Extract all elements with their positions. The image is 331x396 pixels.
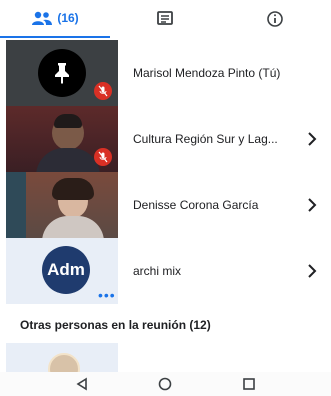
participant-thumbnail[interactable]: [6, 343, 118, 373]
participant-video: [6, 172, 118, 238]
participant-name: archi mix: [133, 264, 182, 278]
home-button[interactable]: [156, 375, 174, 393]
participant-thumbnail: [6, 172, 118, 238]
avatar: [38, 49, 86, 97]
mic-off-icon: [94, 82, 112, 100]
back-button[interactable]: [73, 375, 91, 393]
participant-name: Cultura Región Sur y Lag...: [133, 132, 278, 146]
panel-tabs: (16): [0, 0, 331, 38]
recents-icon: [243, 378, 255, 390]
system-nav-bar: [0, 372, 331, 396]
avatar: Adm: [42, 246, 90, 294]
people-count: (16): [57, 11, 79, 25]
tab-people[interactable]: (16): [0, 0, 110, 38]
participant-thumbnail: [6, 106, 118, 172]
participant-row[interactable]: Marisol Mendoza Pinto (Tú): [0, 40, 331, 106]
participant-row[interactable]: Denisse Corona García: [0, 172, 331, 238]
home-icon: [159, 377, 172, 391]
avatar: [48, 353, 80, 373]
chat-icon: [157, 11, 173, 25]
chevron-right-icon[interactable]: [303, 196, 321, 214]
participant-list: Marisol Mendoza Pinto (Tú) Cultura Regió…: [0, 40, 331, 304]
back-icon: [76, 377, 87, 391]
participant-row[interactable]: Adm ••• archi mix: [0, 238, 331, 304]
tab-chat[interactable]: [110, 0, 220, 38]
tab-info[interactable]: [220, 0, 330, 38]
mic-off-icon: [94, 148, 112, 166]
avatar-initials: Adm: [47, 260, 85, 279]
more-dots-icon: •••: [98, 287, 116, 303]
chevron-right-icon[interactable]: [303, 130, 321, 148]
participant-row[interactable]: Cultura Región Sur y Lag...: [0, 106, 331, 172]
participant-name: Marisol Mendoza Pinto (Tú): [133, 66, 281, 80]
participant-thumbnail: [6, 40, 118, 106]
info-icon: [267, 11, 283, 27]
chevron-right-icon[interactable]: [303, 262, 321, 280]
participant-name: Denisse Corona García: [133, 198, 259, 212]
others-heading: Otras personas en la reunión (12): [20, 318, 211, 332]
recents-button[interactable]: [240, 375, 258, 393]
people-icon: [32, 11, 53, 25]
participant-thumbnail: Adm •••: [6, 238, 118, 304]
pin-icon: [55, 63, 69, 84]
